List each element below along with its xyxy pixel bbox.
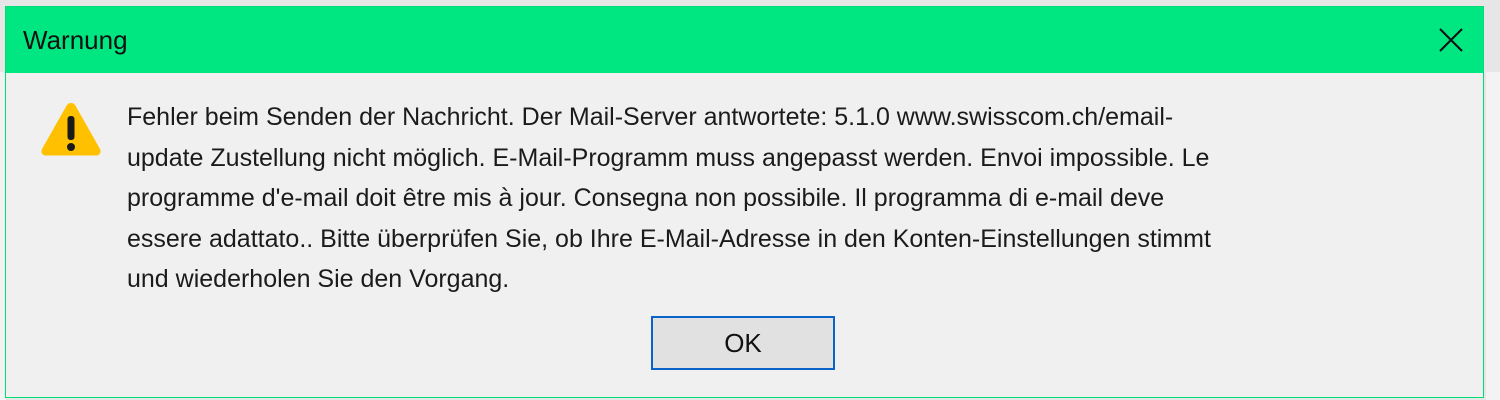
message-line: update Zustellung nicht möglich. E-Mail-… <box>127 143 1210 172</box>
close-button[interactable] <box>1419 7 1483 73</box>
error-message: Fehler beim Senden der Nachricht. Der Ma… <box>127 97 1447 300</box>
close-x-icon <box>1439 28 1463 52</box>
warning-dialog: Warnung Fehler beim Senden der Nachricht… <box>5 6 1484 398</box>
message-line: essere adattato.. Bitte überprüfen Sie, … <box>127 224 1211 253</box>
dialog-title: Warnung <box>23 25 128 55</box>
message-line: Fehler beim Senden der Nachricht. Der Ma… <box>127 103 1174 131</box>
message-line: programme d'e-mail doit être mis à jour.… <box>127 184 1165 212</box>
warning-triangle-icon <box>41 103 101 156</box>
ok-button[interactable]: OK <box>651 316 835 370</box>
message-line: und wiederholen Sie den Vorgang. <box>127 265 510 293</box>
dialog-body: Fehler beim Senden der Nachricht. Der Ma… <box>6 73 1483 397</box>
background-edge-right <box>1486 72 1500 400</box>
title-bar: Warnung <box>6 7 1483 73</box>
